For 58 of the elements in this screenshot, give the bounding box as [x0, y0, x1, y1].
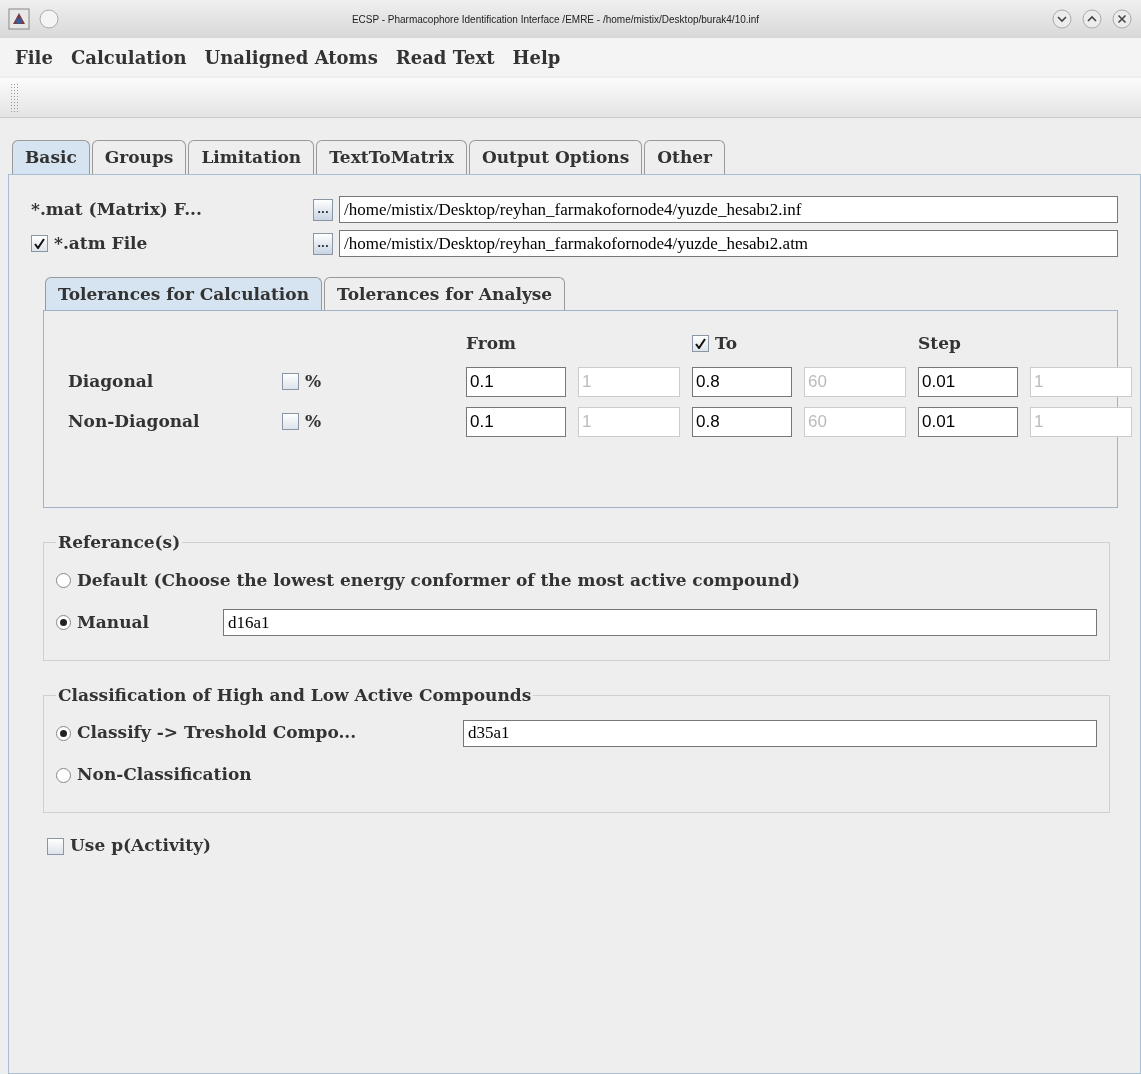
- tab[interactable]: Output Options: [468, 140, 643, 174]
- maximize-icon[interactable]: [1081, 8, 1103, 30]
- menu-item[interactable]: Calculation: [63, 43, 194, 71]
- group-title: Classification of High and Low Active Compounds: [57, 683, 533, 707]
- group-title: Referance(s): [57, 531, 182, 554]
- checkbox[interactable]: [31, 235, 48, 252]
- check-icon: [34, 238, 45, 249]
- browse-button[interactable]: ...: [313, 232, 333, 255]
- menu-item[interactable]: Unaligned Atoms: [197, 43, 385, 71]
- column-header: From: [466, 332, 517, 355]
- minimize-icon[interactable]: [1051, 8, 1073, 30]
- row-label: Diagonal: [68, 369, 155, 393]
- number-field[interactable]: 0.01: [918, 366, 1018, 397]
- row-label: Non-Diagonal: [68, 409, 201, 433]
- checkbox[interactable]: [47, 837, 64, 855]
- tab[interactable]: Basic: [12, 140, 90, 174]
- column-header: To: [715, 332, 738, 355]
- app-icon: [8, 8, 30, 30]
- radio-button[interactable]: [56, 767, 71, 783]
- tab[interactable]: Limitation: [188, 140, 315, 174]
- number-field[interactable]: 0.1: [466, 366, 566, 397]
- percent-label: %: [305, 369, 322, 393]
- number-field[interactable]: 0.1: [466, 406, 566, 437]
- menu-item[interactable]: Help: [505, 43, 568, 71]
- checkbox[interactable]: [692, 335, 709, 353]
- path-field[interactable]: /home/mistix/Desktop/reyhan_farmakofornode4/yuzde_hesabı2.inf: [339, 196, 1118, 223]
- tab[interactable]: Tolerances for Calculation: [45, 276, 323, 310]
- tab[interactable]: Other: [644, 140, 726, 174]
- path-field[interactable]: /home/mistix/Desktop/reyhan_farmakofornode4/yuzde_hesabı2.atm: [339, 230, 1118, 257]
- tab[interactable]: Groups: [91, 140, 187, 174]
- radio-label[interactable]: Classify -> Treshold Compo...: [77, 720, 457, 746]
- menu-item[interactable]: Read Text: [388, 43, 502, 71]
- number-field[interactable]: 0.8: [692, 406, 792, 437]
- text-field[interactable]: d35a1: [463, 719, 1097, 747]
- radio-label[interactable]: Manual: [77, 609, 217, 636]
- browse-button[interactable]: ...: [313, 198, 333, 221]
- radio-button[interactable]: [56, 573, 71, 588]
- tab[interactable]: TextToMatrix: [316, 140, 467, 174]
- close-icon[interactable]: [1111, 8, 1133, 30]
- field-label: *.mat (Matrix) F...: [31, 197, 202, 221]
- checkbox[interactable]: [282, 373, 299, 390]
- radio-button[interactable]: [56, 725, 71, 741]
- number-field[interactable]: 0.8: [692, 366, 792, 397]
- radio-button[interactable]: [56, 615, 71, 630]
- radio-label[interactable]: Non-Classification: [77, 762, 252, 788]
- check-icon: [695, 338, 706, 350]
- window-title: ECSP - Pharmacophore Identification Interface /EMRE - /home/mistix/Desktop/burak4/10.inf: [350, 13, 761, 25]
- checkbox-label[interactable]: Use p(Activity): [70, 833, 212, 859]
- radio-label[interactable]: Default (Choose the lowest energy conformer of the most active compound): [77, 567, 800, 594]
- tab[interactable]: Tolerances for Analyse: [324, 276, 566, 310]
- percent-label: %: [305, 409, 322, 433]
- menu-item[interactable]: File: [8, 43, 60, 71]
- window-menu-icon[interactable]: [38, 8, 60, 30]
- column-header: Step: [918, 332, 961, 355]
- number-field[interactable]: 0.01: [918, 406, 1018, 437]
- field-label: *.atm File: [54, 231, 148, 255]
- text-field[interactable]: d16a1: [223, 609, 1097, 636]
- checkbox[interactable]: [282, 413, 299, 430]
